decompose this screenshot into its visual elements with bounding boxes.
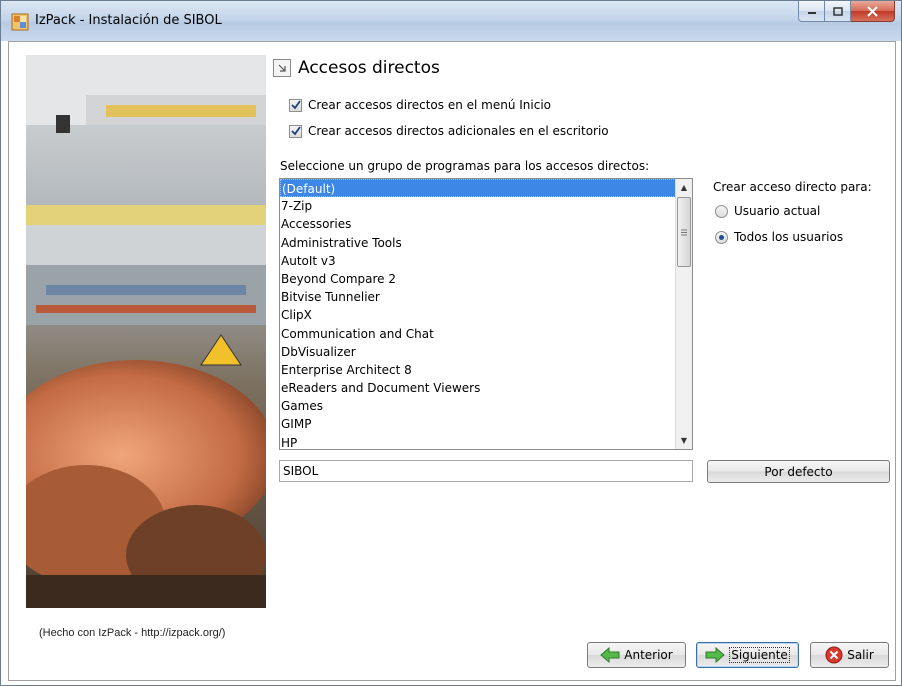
list-item[interactable]: Beyond Compare 2 bbox=[280, 270, 676, 288]
list-item[interactable]: HP bbox=[280, 434, 676, 449]
scroll-down-arrow-icon[interactable]: ▼ bbox=[676, 432, 692, 449]
program-group-label: Seleccione un grupo de programas para lo… bbox=[280, 159, 650, 173]
next-arrow-icon bbox=[705, 647, 725, 663]
next-button-label: Siguiente bbox=[729, 647, 790, 663]
title-bar[interactable]: IzPack - Instalación de SIBOL bbox=[1, 1, 901, 41]
close-icon bbox=[867, 5, 878, 17]
cancel-icon bbox=[825, 646, 843, 664]
side-panel-image bbox=[26, 55, 266, 608]
exit-button[interactable]: Salir bbox=[810, 642, 889, 668]
close-button[interactable] bbox=[851, 1, 895, 22]
checkmark-icon[interactable] bbox=[289, 124, 302, 138]
window-title: IzPack - Instalación de SIBOL bbox=[35, 13, 222, 28]
maximize-icon bbox=[832, 6, 843, 16]
list-item[interactable]: Accessories bbox=[280, 215, 676, 233]
shortcut-arrow-icon bbox=[273, 59, 291, 77]
page-title: Accesos directos bbox=[298, 58, 440, 78]
back-arrow-icon bbox=[600, 647, 620, 663]
window-controls bbox=[798, 1, 895, 23]
list-scrollbar[interactable]: ▲ ▼ bbox=[675, 179, 692, 449]
all-users-label: Todos los usuarios bbox=[734, 230, 844, 244]
list-item[interactable]: Administrative Tools bbox=[280, 234, 676, 252]
list-item[interactable]: Games bbox=[280, 397, 676, 415]
list-item[interactable]: Communication and Chat bbox=[280, 325, 676, 343]
list-item[interactable]: AutoIt v3 bbox=[280, 252, 676, 270]
checkmark-icon[interactable] bbox=[289, 98, 302, 112]
program-group-name-input[interactable] bbox=[279, 460, 693, 482]
scroll-up-arrow-icon[interactable]: ▲ bbox=[676, 179, 692, 196]
default-button[interactable]: Por defecto bbox=[707, 460, 890, 483]
footer-divider bbox=[261, 633, 885, 634]
radio-unselected-icon[interactable] bbox=[715, 204, 728, 218]
list-item[interactable]: (Default) bbox=[280, 179, 676, 198]
minimize-button[interactable] bbox=[798, 1, 825, 22]
maximize-button[interactable] bbox=[825, 1, 851, 22]
list-item[interactable]: Bitvise Tunnelier bbox=[280, 288, 676, 306]
back-button-label: Anterior bbox=[624, 648, 673, 662]
desktop-shortcut-label: Crear accesos directos adicionales en el… bbox=[308, 124, 609, 138]
scrollbar-thumb[interactable] bbox=[677, 197, 691, 267]
izpack-app-icon bbox=[11, 13, 29, 31]
list-item[interactable]: DbVisualizer bbox=[280, 343, 676, 361]
program-group-items: (Default) 7-Zip Accessories Administrative … bbox=[280, 179, 676, 449]
list-item[interactable]: 7-Zip bbox=[280, 197, 676, 215]
current-user-label: Usuario actual bbox=[734, 204, 821, 218]
default-button-label: Por defecto bbox=[764, 464, 833, 479]
minimize-icon bbox=[807, 12, 816, 14]
shortcut-target-label: Crear acceso directo para: bbox=[713, 180, 872, 194]
all-users-radio[interactable]: Todos los usuarios bbox=[715, 230, 843, 244]
current-user-radio[interactable]: Usuario actual bbox=[715, 204, 820, 218]
exit-button-label: Salir bbox=[847, 648, 874, 662]
next-button[interactable]: Siguiente bbox=[696, 642, 799, 668]
back-button[interactable]: Anterior bbox=[587, 642, 686, 668]
list-item[interactable]: ClipX bbox=[280, 306, 676, 324]
desktop-shortcut-checkbox[interactable]: Crear accesos directos adicionales en el… bbox=[289, 124, 609, 138]
list-item[interactable]: eReaders and Document Viewers bbox=[280, 379, 676, 397]
installer-window: IzPack - Instalación de SIBOL Accesos di… bbox=[0, 0, 902, 686]
list-item[interactable]: Enterprise Architect 8 bbox=[280, 361, 676, 379]
izpack-credit: (Hecho con IzPack - http://izpack.org/) bbox=[39, 627, 226, 639]
installer-content: Accesos directos Crear accesos directos … bbox=[8, 41, 896, 681]
program-group-list[interactable]: (Default) 7-Zip Accessories Administrative … bbox=[279, 178, 693, 450]
panel-header: Accesos directos bbox=[273, 58, 440, 78]
radio-selected-icon[interactable] bbox=[715, 230, 728, 244]
start-menu-shortcut-checkbox[interactable]: Crear accesos directos en el menú Inicio bbox=[289, 98, 551, 112]
list-item[interactable]: GIMP bbox=[280, 415, 676, 433]
start-menu-shortcut-label: Crear accesos directos en el menú Inicio bbox=[308, 98, 552, 112]
